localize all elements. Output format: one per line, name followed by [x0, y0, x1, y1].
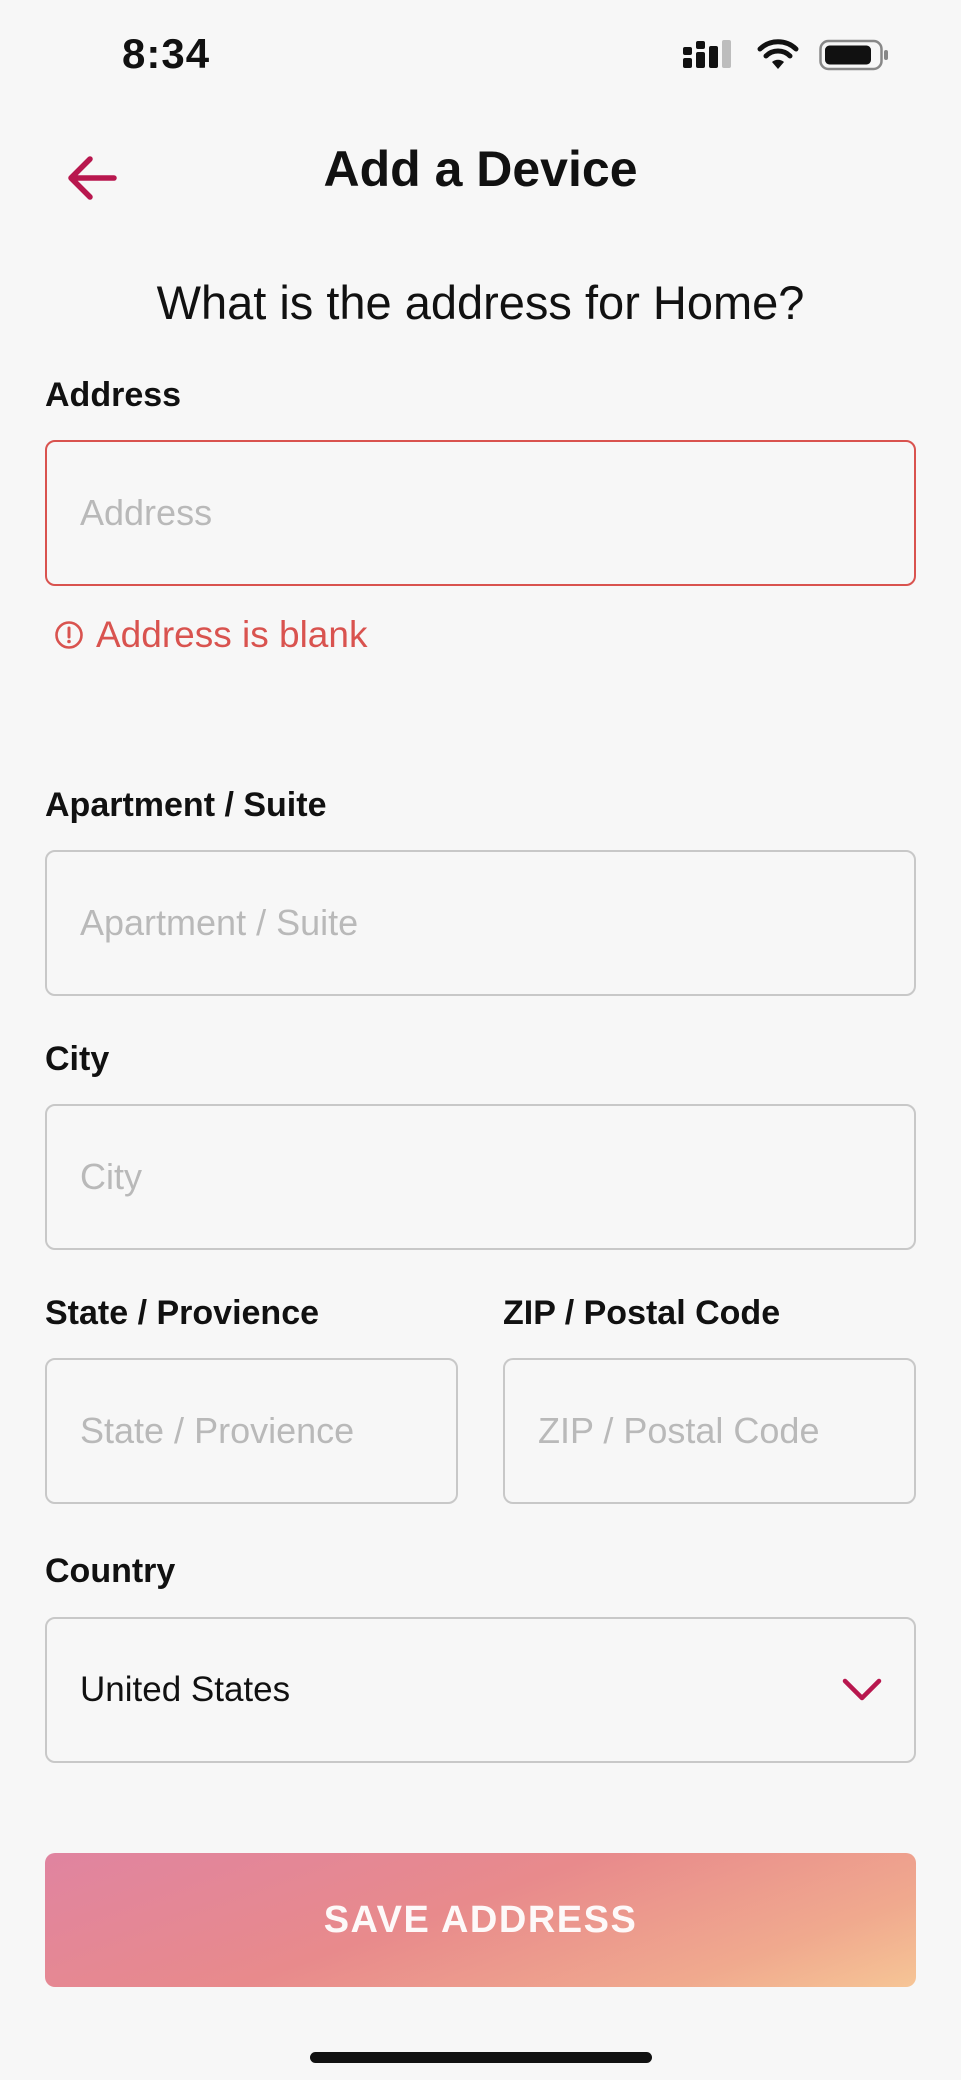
country-select[interactable]: United States [45, 1617, 916, 1763]
status-time: 8:34 [122, 30, 211, 77]
city-field[interactable] [45, 1104, 916, 1250]
state-label: State / Provience [45, 1294, 320, 1332]
country-label: Country [45, 1552, 176, 1590]
address-input[interactable] [80, 492, 914, 534]
state-input[interactable] [80, 1410, 456, 1452]
address-label: Address [45, 376, 182, 414]
address-error: Address is blank [54, 614, 367, 656]
city-label: City [45, 1040, 110, 1078]
battery-icon [819, 39, 888, 71]
alert-circle-icon [55, 621, 83, 649]
status-icons [683, 38, 889, 72]
add-address-screen: 8:34 Add a Device What is the address fo… [0, 0, 961, 2080]
cellular-signal-icon [683, 40, 731, 68]
apartment-input[interactable] [80, 902, 914, 944]
save-address-button[interactable]: SAVE ADDRESS [45, 1853, 916, 1987]
zip-input[interactable] [538, 1410, 914, 1452]
apartment-label: Apartment / Suite [45, 786, 327, 824]
chevron-down-icon [842, 1678, 882, 1701]
home-indicator [310, 2052, 652, 2063]
country-selected-value: United States [80, 1670, 291, 1709]
page-title: Add a Device [323, 141, 638, 197]
apartment-field[interactable] [45, 850, 916, 996]
zip-field[interactable] [503, 1358, 916, 1504]
city-input[interactable] [80, 1156, 914, 1198]
save-address-label: SAVE ADDRESS [323, 1898, 638, 1941]
state-field[interactable] [45, 1358, 458, 1504]
zip-label: ZIP / Postal Code [503, 1294, 781, 1332]
address-field[interactable] [45, 440, 916, 586]
wifi-icon [757, 39, 799, 69]
form-question: What is the address for Home? [156, 276, 805, 329]
address-error-text: Address is blank [96, 614, 368, 655]
